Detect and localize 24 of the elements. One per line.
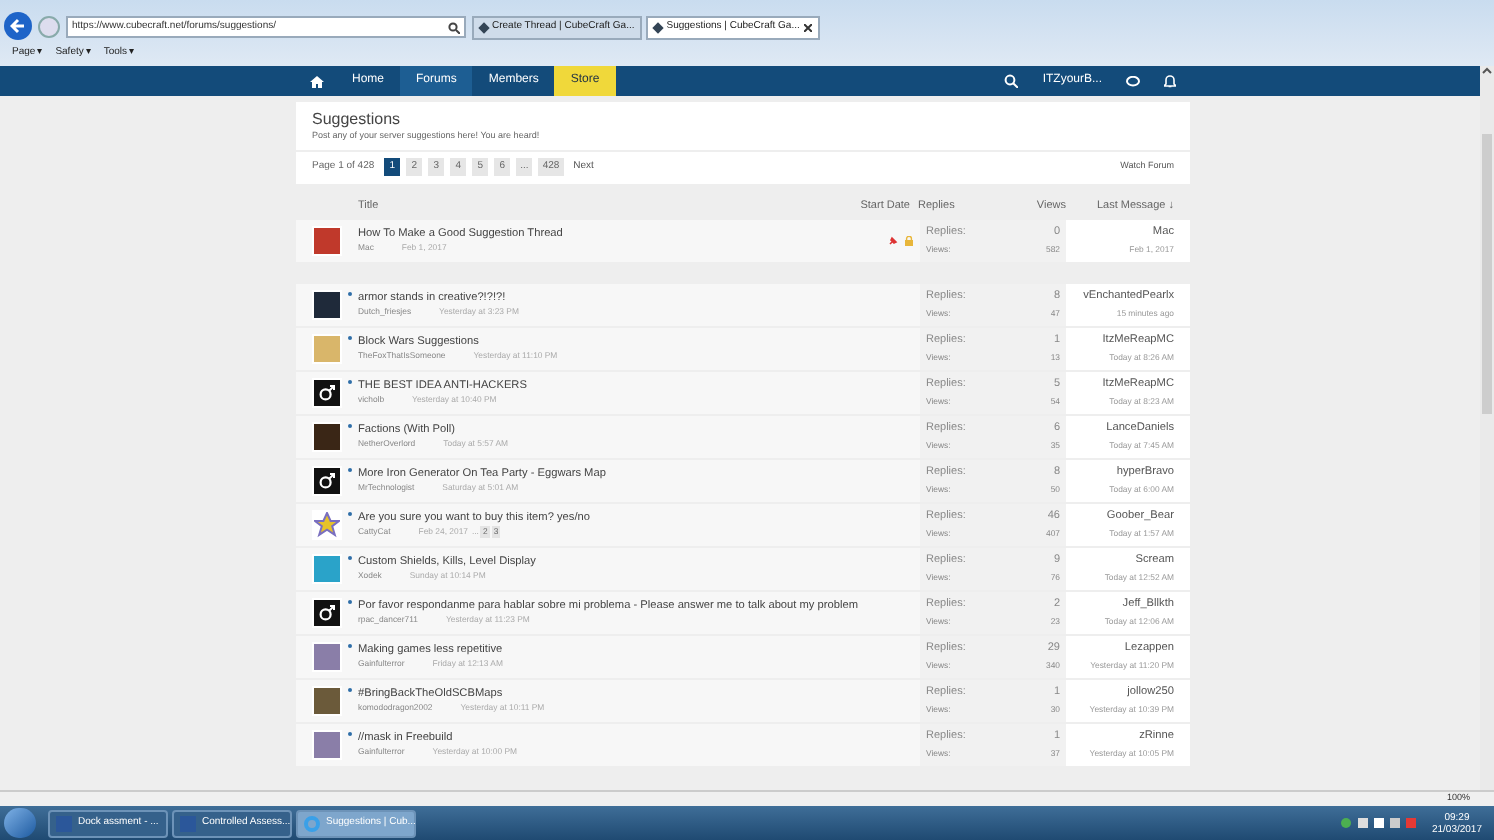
avatar-photo-placeholder[interactable] bbox=[312, 421, 342, 452]
avatar-photo-placeholder[interactable] bbox=[312, 685, 342, 716]
start-button[interactable] bbox=[4, 808, 36, 838]
scrollbar-thumb[interactable] bbox=[1482, 134, 1492, 414]
avatar-photo-placeholder[interactable] bbox=[312, 289, 342, 320]
document-icon bbox=[56, 815, 72, 831]
forum-title: Suggestions bbox=[312, 110, 403, 130]
male-symbol-avatar[interactable] bbox=[312, 597, 342, 628]
document-icon bbox=[180, 815, 196, 831]
favicon-icon bbox=[478, 22, 490, 34]
search-icon[interactable] bbox=[448, 21, 460, 33]
back-arrow-icon[interactable] bbox=[10, 18, 26, 34]
star-avatar[interactable] bbox=[312, 509, 342, 540]
tray-icons[interactable] bbox=[1339, 816, 1420, 830]
chat-bubble-icon[interactable] bbox=[1126, 75, 1140, 87]
back-button[interactable] bbox=[4, 12, 32, 40]
scrollbar[interactable] bbox=[1480, 66, 1494, 790]
favicon-icon bbox=[652, 22, 665, 34]
browser-icon bbox=[304, 815, 320, 831]
bell-icon[interactable] bbox=[1164, 74, 1176, 88]
scroll-up-icon[interactable] bbox=[1482, 66, 1492, 74]
male-symbol-avatar[interactable] bbox=[312, 465, 342, 496]
male-symbol-avatar[interactable] bbox=[312, 377, 342, 408]
close-icon[interactable] bbox=[803, 24, 812, 32]
